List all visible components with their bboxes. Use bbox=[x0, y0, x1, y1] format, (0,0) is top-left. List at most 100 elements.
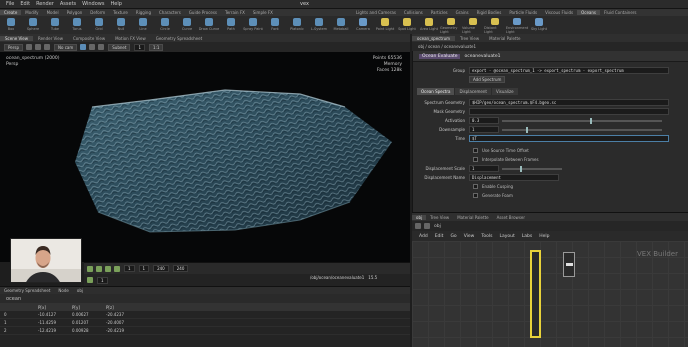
table-row[interactable]: 2 -12.4219 0.00928 -20.4219 bbox=[0, 327, 410, 335]
tab-tree-view[interactable]: Tree View bbox=[455, 36, 484, 41]
tab-scene-view[interactable]: Scene View bbox=[0, 35, 33, 41]
back-arrow-icon[interactable] bbox=[415, 223, 421, 229]
display-icon[interactable] bbox=[89, 44, 96, 50]
menu-help[interactable]: Help bbox=[110, 1, 121, 7]
tab-geo-spreadsheet[interactable]: Geometry Spreadsheet bbox=[151, 36, 207, 41]
tab-network-tree[interactable]: Tree View bbox=[426, 215, 453, 220]
current-frame-field[interactable]: 1 bbox=[124, 265, 135, 272]
step-forward-icon[interactable] bbox=[114, 265, 120, 272]
tool-geo-light[interactable]: Geometry Light bbox=[440, 16, 462, 34]
end-frame-field[interactable]: 240 bbox=[153, 265, 169, 272]
step-back-icon[interactable] bbox=[96, 265, 102, 272]
tab-composite-view[interactable]: Composite View bbox=[68, 36, 110, 41]
lock-icon[interactable] bbox=[44, 44, 50, 50]
camera-dropdown[interactable]: No cam bbox=[54, 43, 78, 51]
shelf-tab-deform[interactable]: Deform bbox=[86, 10, 109, 15]
tool-sky-light[interactable]: Sky Light bbox=[528, 16, 550, 34]
network-menu-layout[interactable]: Layout bbox=[499, 234, 514, 239]
table-row[interactable]: 1 -11.4259 0.01207 -20.4007 bbox=[0, 319, 410, 327]
network-menu-view[interactable]: View bbox=[464, 234, 475, 239]
shelf-tab-lights[interactable]: Lights and Cameras bbox=[352, 10, 400, 15]
network-menu-go[interactable]: Go bbox=[450, 234, 456, 239]
tab-material-palette[interactable]: Material Palette bbox=[484, 36, 525, 41]
tool-sphere[interactable]: Sphere bbox=[22, 16, 44, 34]
menu-edit[interactable]: Edit bbox=[20, 1, 30, 7]
time-offset-checkbox[interactable] bbox=[473, 148, 478, 153]
field-value[interactable]: 1 bbox=[134, 43, 145, 51]
shelf-tab-vfluids[interactable]: Viscous Fluids bbox=[541, 10, 577, 15]
tab-geometry-spreadsheet[interactable]: Geometry Spreadsheet bbox=[0, 288, 54, 293]
tab-network-assets[interactable]: Asset Browser bbox=[493, 215, 529, 220]
shelf-tab-modify[interactable]: Modify bbox=[21, 10, 42, 15]
shelf-tab-model[interactable]: Model bbox=[43, 10, 63, 15]
tool-tube[interactable]: Tube bbox=[44, 16, 66, 34]
tool-camera[interactable]: Camera bbox=[352, 16, 374, 34]
forward-arrow-icon[interactable] bbox=[424, 223, 430, 229]
tool-env-light[interactable]: Environment Light bbox=[506, 16, 528, 34]
context-dropdown[interactable]: Persp bbox=[4, 43, 23, 51]
shelf-tab-simplefx[interactable]: Simple FX bbox=[249, 10, 277, 15]
tab-render-view[interactable]: Render View bbox=[33, 36, 68, 41]
play-icon[interactable] bbox=[105, 265, 111, 272]
tool-spot-light[interactable]: Spot Light bbox=[396, 16, 418, 34]
menu-windows[interactable]: Windows bbox=[82, 1, 104, 7]
interpolate-checkbox[interactable] bbox=[473, 157, 478, 162]
tool-area-light[interactable]: Area Light bbox=[418, 16, 440, 34]
subtab-displacement[interactable]: Displacement bbox=[455, 88, 491, 95]
shelf-tab-oceans[interactable]: Oceans bbox=[577, 10, 601, 15]
subtab-ocean-spectra[interactable]: Ocean Spectra bbox=[417, 88, 455, 95]
shelf-tab-polygon[interactable]: Polygon bbox=[63, 10, 87, 15]
add-spectrum-button[interactable]: Add Spectrum bbox=[469, 76, 506, 83]
shelf-tab-create[interactable]: Create bbox=[0, 10, 22, 15]
tool-curve[interactable]: Curve bbox=[176, 16, 198, 34]
tool-volume-light[interactable]: Volume Light bbox=[462, 16, 484, 34]
network-menu-add[interactable]: Add bbox=[419, 234, 428, 239]
network-menu-labs[interactable]: Labs bbox=[522, 234, 532, 239]
play-backward-icon[interactable] bbox=[87, 265, 93, 272]
displacement-scale-field[interactable]: 1 bbox=[469, 165, 499, 172]
displacement-name-field[interactable]: Displacement bbox=[469, 174, 559, 181]
mask-geometry-field[interactable] bbox=[469, 108, 669, 115]
network-menu-help[interactable]: Help bbox=[539, 234, 549, 239]
network-menu-edit[interactable]: Edit bbox=[435, 234, 444, 239]
foam-checkbox[interactable] bbox=[473, 193, 478, 198]
tab-network-obj[interactable]: obj bbox=[412, 214, 427, 220]
tool-metaball[interactable]: Metaball bbox=[330, 16, 352, 34]
cusping-checkbox[interactable] bbox=[473, 184, 478, 189]
menu-render[interactable]: Render bbox=[36, 1, 54, 7]
shelf-tab-particles[interactable]: Particles bbox=[427, 10, 452, 15]
tool-platonic[interactable]: Platonic bbox=[286, 16, 308, 34]
scene-viewport[interactable]: ocean_spectrum (2000) Persp Points 65536… bbox=[0, 52, 410, 262]
activation-field[interactable]: 0.3 bbox=[469, 117, 499, 124]
stop-icon[interactable] bbox=[26, 44, 32, 50]
displacement-scale-slider[interactable] bbox=[502, 165, 562, 172]
shelf-tab-pfluids[interactable]: Particle Fluids bbox=[505, 10, 541, 15]
tool-grid[interactable]: Grid bbox=[88, 16, 110, 34]
tool-distant-light[interactable]: Distant Light bbox=[484, 16, 506, 34]
tab-obj[interactable]: obj bbox=[73, 288, 87, 293]
tool-draw-curve[interactable]: Draw Curve bbox=[198, 16, 220, 34]
time-field[interactable]: $T bbox=[469, 135, 669, 142]
shelf-tab-characters[interactable]: Characters bbox=[155, 10, 185, 15]
tab-network-material[interactable]: Material Palette bbox=[453, 215, 492, 220]
shelf-tab-rigid[interactable]: Rigid Bodies bbox=[473, 10, 506, 15]
network-editor[interactable]: VEX Builder bbox=[412, 241, 688, 347]
network-menu-tools[interactable]: Tools bbox=[481, 234, 492, 239]
shelf-tab-rigging[interactable]: Rigging bbox=[132, 10, 155, 15]
tool-circle[interactable]: Circle bbox=[154, 16, 176, 34]
group-field[interactable]: export - @ocean_spectrum_1 -> export_spe… bbox=[469, 67, 669, 74]
tool-font[interactable]: Font bbox=[264, 16, 286, 34]
tool-lsystem[interactable]: L-System bbox=[308, 16, 330, 34]
zoom-dropdown[interactable]: 1:1 bbox=[149, 43, 164, 51]
tool-path[interactable]: Path bbox=[220, 16, 242, 34]
pause-icon[interactable] bbox=[35, 44, 41, 50]
shelf-tab-grains[interactable]: Grains bbox=[452, 10, 473, 15]
selected-node[interactable] bbox=[530, 250, 541, 338]
tab-ocean-spectrum[interactable]: ocean_spectrum bbox=[412, 35, 456, 41]
table-row[interactable]: 0 -10.4127 0.00627 -20.4237 bbox=[0, 311, 410, 319]
subtab-visualize[interactable]: Visualize bbox=[491, 88, 518, 95]
tab-node[interactable]: Node bbox=[54, 288, 72, 293]
shelf-tab-containers[interactable]: Fluid Containers bbox=[600, 10, 641, 15]
network-path[interactable]: obj bbox=[434, 224, 441, 229]
range-end-field[interactable]: 240 bbox=[172, 265, 189, 272]
